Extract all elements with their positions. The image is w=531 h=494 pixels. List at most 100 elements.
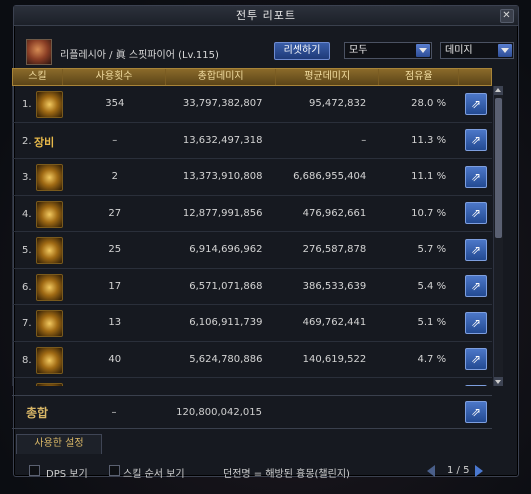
share-button[interactable]: ⇗ <box>465 311 488 334</box>
total-damage: 120,800,042,015 <box>176 406 262 418</box>
window-title: 전투 리포트 <box>235 9 297 22</box>
share-button[interactable]: ⇗ <box>465 384 488 386</box>
row-uses: 25 <box>108 244 122 256</box>
share-button[interactable]: ⇗ <box>465 165 488 188</box>
filter-select[interactable]: 모두 <box>344 42 432 59</box>
chevron-down-icon <box>416 44 430 57</box>
row-share: 10.7 % <box>411 207 447 219</box>
row-share: 11.1 % <box>411 171 447 183</box>
share-icon: ⇗ <box>471 96 482 111</box>
total-label: 총합 <box>25 405 49 420</box>
dungeon-label: 던전명 = 해방된 흉몽(챌린지) <box>223 469 350 480</box>
scroll-thumb[interactable] <box>495 98 502 238</box>
next-page-icon[interactable] <box>475 465 483 477</box>
strike-skill-icon <box>36 383 63 386</box>
total-uses: – <box>111 406 117 418</box>
dps-checkbox[interactable] <box>29 465 40 476</box>
equipment-label: 장비 <box>34 135 55 149</box>
row-total-damage: 12,877,991,856 <box>182 207 263 219</box>
row-uses: 13 <box>108 317 122 329</box>
row-uses: 40 <box>108 353 122 365</box>
header-avg-damage: 평균데미지 <box>276 69 380 85</box>
window-titlebar: 전투 리포트 ✕ <box>14 6 518 26</box>
share-button[interactable]: ⇗ <box>465 202 488 225</box>
row-total-damage: 13,373,910,808 <box>182 171 263 183</box>
prev-page-icon[interactable] <box>427 465 435 477</box>
row-share: 5.4 % <box>417 280 447 292</box>
skill-order-checkbox[interactable] <box>109 465 120 476</box>
scroll-up-icon[interactable] <box>494 86 503 95</box>
table-row: 4. 27 12,877,991,856 476,962,661 10.7 % ⇗ <box>13 196 492 232</box>
row-uses: 27 <box>108 207 122 219</box>
row-rank: 5. <box>22 245 32 256</box>
character-name: 리플레시아 / 眞 스핏파이어 (Lv.115) <box>60 50 219 61</box>
share-icon: ⇗ <box>471 352 482 367</box>
chevron-down-icon <box>498 44 512 57</box>
share-icon: ⇗ <box>471 169 482 184</box>
metric-select[interactable]: 데미지 <box>440 42 514 59</box>
header-total-damage: 총합데미지 <box>166 69 276 85</box>
row-total-damage: 6,914,696,962 <box>189 244 263 256</box>
row-total-damage: 33,797,382,807 <box>182 98 263 110</box>
row-total-damage: 6,571,071,868 <box>189 280 263 292</box>
row-avg-damage: 276,587,878 <box>302 244 367 256</box>
share-button[interactable]: ⇗ <box>465 401 487 423</box>
share-button[interactable]: ⇗ <box>465 238 488 261</box>
table-row: 9.155,313,201,656354,213,4434.4 %⇗ <box>13 378 492 386</box>
footer-bar: DPS 보기 스킬 순서 보기 던전명 = 해방된 흉몽(챌린지) 1 / 5 <box>13 460 519 482</box>
share-icon: ⇗ <box>470 405 482 419</box>
scroll-down-icon[interactable] <box>494 377 503 386</box>
row-avg-damage: 140,619,522 <box>302 353 367 365</box>
row-rank: 6. <box>22 281 32 293</box>
row-rank: 7. <box>22 318 32 329</box>
share-button[interactable]: ⇗ <box>465 275 488 298</box>
row-share: 11.3 % <box>411 134 447 146</box>
close-icon: ✕ <box>502 10 512 21</box>
flame-ring-skill-icon <box>36 200 63 228</box>
table-row: 6. 17 6,571,071,868 386,533,639 5.4 % ⇗ <box>13 269 492 305</box>
share-icon: ⇗ <box>471 279 482 294</box>
bullet-skill-icon <box>36 237 63 264</box>
row-uses: 2 <box>111 171 118 183</box>
row-share: 5.7 % <box>417 244 447 256</box>
share-button[interactable]: ⇗ <box>465 348 488 371</box>
reset-button[interactable]: 리셋하기 <box>274 42 330 60</box>
row-avg-damage: 6,686,955,404 <box>293 171 367 183</box>
table-header: 스킬 사용횟수 총합데미지 평균데미지 점유율 <box>12 68 492 86</box>
grenade-skill-icon <box>36 91 63 118</box>
table-row: 1. 354 33,797,382,807 95,472,832 28.0 % ⇗ <box>13 86 492 123</box>
table-scrollbar[interactable] <box>493 86 503 386</box>
share-button[interactable]: ⇗ <box>465 129 488 152</box>
row-total-damage: 6,106,911,739 <box>189 317 263 329</box>
share-icon: ⇗ <box>471 133 482 148</box>
row-uses: 17 <box>108 280 122 292</box>
character-avatar <box>26 39 52 65</box>
row-total-damage: 13,632,497,318 <box>182 134 263 146</box>
row-rank: 8. <box>22 354 32 366</box>
row-avg-damage: – <box>361 134 367 146</box>
close-button[interactable]: ✕ <box>500 9 514 23</box>
filter-select-value: 모두 <box>349 45 368 56</box>
row-rank: 3. <box>22 172 32 183</box>
burst-skill-icon <box>36 310 63 337</box>
character-row: 리플레시아 / 眞 스핏파이어 (Lv.115) 리셋하기 모두 데미지 <box>24 39 514 67</box>
header-skill: 스킬 <box>13 69 63 85</box>
share-button[interactable]: ⇗ <box>465 92 488 115</box>
skill-table: 스킬 사용횟수 총합데미지 평균데미지 점유율 1. 354 33,797,382,… <box>12 68 492 386</box>
total-row: 총합 – 120,800,042,015 ⇗ <box>12 395 492 429</box>
table-row: 2. 장비 – 13,632,497,318 – 11.3 % ⇗ <box>13 123 492 159</box>
header-share: 점유율 <box>379 69 460 85</box>
share-icon: ⇗ <box>471 206 482 221</box>
table-body: 1. 354 33,797,382,807 95,472,832 28.0 % ⇗ 2. 장비… <box>12 86 492 386</box>
row-share: 28.0 % <box>411 98 447 110</box>
row-uses: 354 <box>105 98 125 110</box>
row-avg-damage: 95,472,832 <box>308 98 367 110</box>
explosion-skill-icon <box>36 164 63 191</box>
row-share: 4.7 % <box>417 353 447 365</box>
row-rank: 2. <box>22 135 32 147</box>
header-uses: 사용횟수 <box>63 69 167 85</box>
row-avg-damage: 476,962,661 <box>302 207 367 219</box>
row-share: 5.1 % <box>417 317 447 329</box>
row-total-damage: 5,624,780,886 <box>189 353 263 365</box>
share-icon: ⇗ <box>471 242 482 257</box>
